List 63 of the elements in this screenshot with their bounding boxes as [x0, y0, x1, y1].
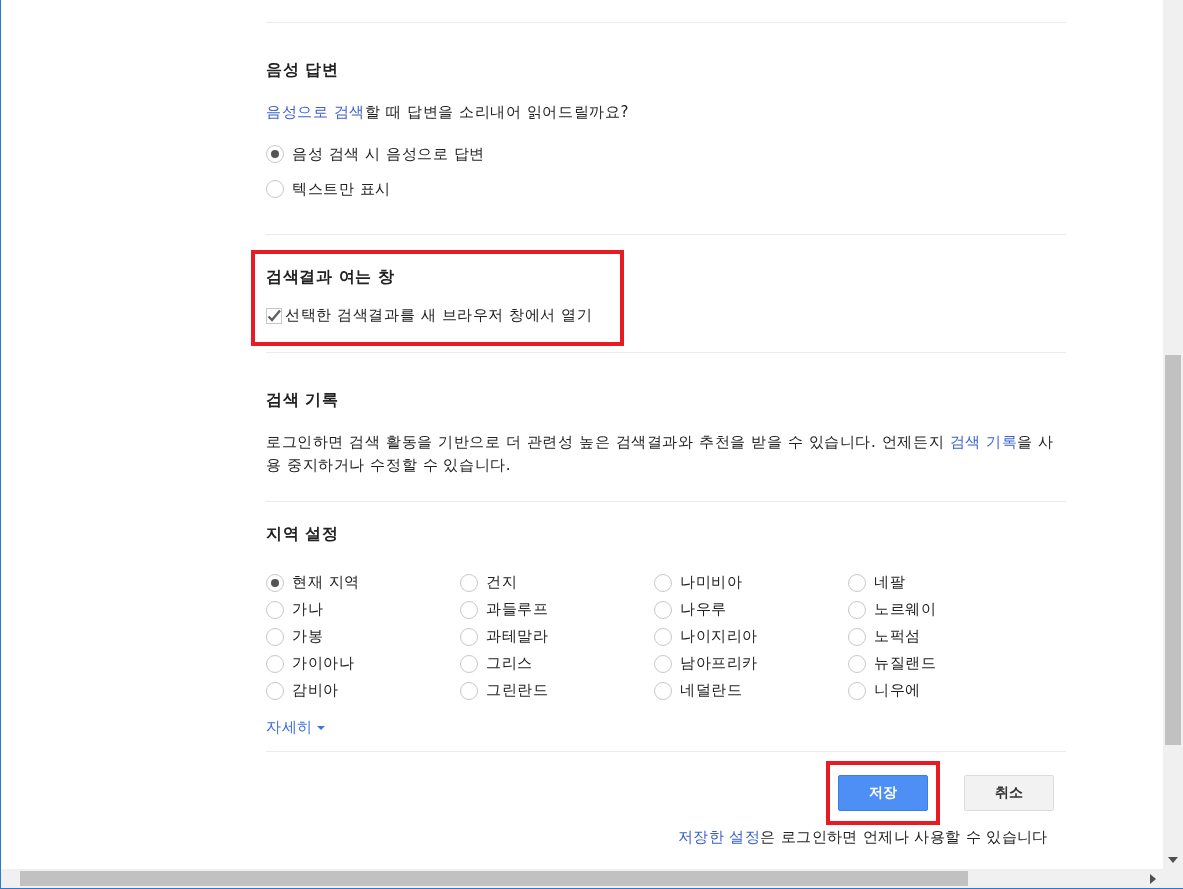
radio-button[interactable] [654, 627, 672, 646]
scroll-down-icon[interactable] [1168, 857, 1178, 863]
region-option[interactable]: 나이지리아 [654, 623, 848, 650]
radio-button[interactable] [460, 600, 478, 619]
radio-button[interactable] [460, 627, 478, 646]
region-option[interactable]: 네팔 [848, 569, 1042, 596]
radio-button[interactable] [266, 145, 284, 163]
scroll-right-icon[interactable] [1150, 874, 1156, 884]
region-option[interactable]: 나미비아 [654, 569, 848, 596]
section-heading: 음성 답변 [266, 60, 340, 81]
description-text: 로그인하면 검색 활동을 기반으로 더 관련성 높은 검색결과와 추천을 받을 수 있습니다. 언제든지 검색 기록을 사용 중지하거나 수정할 수 있습니다. [266, 432, 1055, 476]
radio-button[interactable] [460, 654, 478, 673]
search-history-link[interactable]: 검색 기록 [949, 433, 1018, 451]
region-option[interactable]: 그린란드 [460, 677, 654, 704]
radio-button[interactable] [848, 654, 866, 673]
region-option[interactable]: 네덜란드 [654, 677, 848, 704]
radio-button[interactable] [654, 681, 672, 700]
region-option[interactable]: 과테말라 [460, 623, 654, 650]
radio-button[interactable] [266, 654, 284, 673]
region-option[interactable]: 감비아 [266, 677, 460, 704]
region-option[interactable]: 현재 지역 [266, 569, 460, 596]
radio-button[interactable] [460, 681, 478, 700]
question-text: 음성으로 검색 할 때 답변을 소리내어 읽어드릴까요? [266, 102, 630, 123]
region-option[interactable]: 뉴질랜드 [848, 650, 1042, 677]
voice-search-link[interactable]: 음성으로 검색 [266, 103, 365, 121]
checkbox[interactable] [266, 307, 282, 324]
region-option[interactable]: 나우루 [654, 596, 848, 623]
region-option[interactable]: 가봉 [266, 623, 460, 650]
radio-button[interactable] [848, 627, 866, 646]
radio-button[interactable] [460, 573, 478, 592]
region-option[interactable]: 건지 [460, 569, 654, 596]
radio-button[interactable] [266, 600, 284, 619]
region-option[interactable]: 노르웨이 [848, 596, 1042, 623]
radio-button[interactable] [848, 600, 866, 619]
radio-button[interactable] [266, 627, 284, 646]
region-option[interactable]: 가나 [266, 596, 460, 623]
caret-icon [316, 725, 325, 730]
radio-button[interactable] [266, 573, 284, 592]
saved-settings-link[interactable]: 저장한 설정 [678, 828, 761, 846]
radio-button[interactable] [848, 573, 866, 592]
section-heading: 검색결과 여는 창 [266, 267, 396, 288]
radio-button[interactable] [848, 681, 866, 700]
section-heading: 지역 설정 [266, 524, 340, 545]
section-heading: 검색 기록 [266, 390, 340, 411]
more-link[interactable]: 자세히 [266, 718, 325, 737]
region-option[interactable]: 남아프리카 [654, 650, 848, 677]
region-option[interactable]: 노퍽섬 [848, 623, 1042, 650]
region-option[interactable]: 그리스 [460, 650, 654, 677]
radio-option[interactable]: 음성 검색 시 음성으로 답변 [266, 142, 1066, 166]
cancel-button[interactable]: 취소 [964, 775, 1054, 811]
radio-button[interactable] [654, 573, 672, 592]
radio-option[interactable]: 텍스트만 표시 [266, 177, 1066, 201]
checkbox-option[interactable]: 선택한 검색결과를 새 브라우저 창에서 열기 [266, 306, 609, 325]
region-option[interactable]: 가이아나 [266, 650, 460, 677]
region-option[interactable]: 니우에 [848, 677, 1042, 704]
radio-button[interactable] [266, 681, 284, 700]
region-option[interactable]: 과들루프 [460, 596, 654, 623]
horizontal-scrollbar[interactable] [1, 869, 1183, 889]
vertical-scrollbar[interactable] [1163, 0, 1183, 869]
radio-button[interactable] [266, 180, 284, 198]
radio-button[interactable] [654, 600, 672, 619]
footer-note: 저장한 설정은 로그인하면 언제나 사용할 수 있습니다 [678, 828, 1049, 847]
radio-button[interactable] [654, 654, 672, 673]
